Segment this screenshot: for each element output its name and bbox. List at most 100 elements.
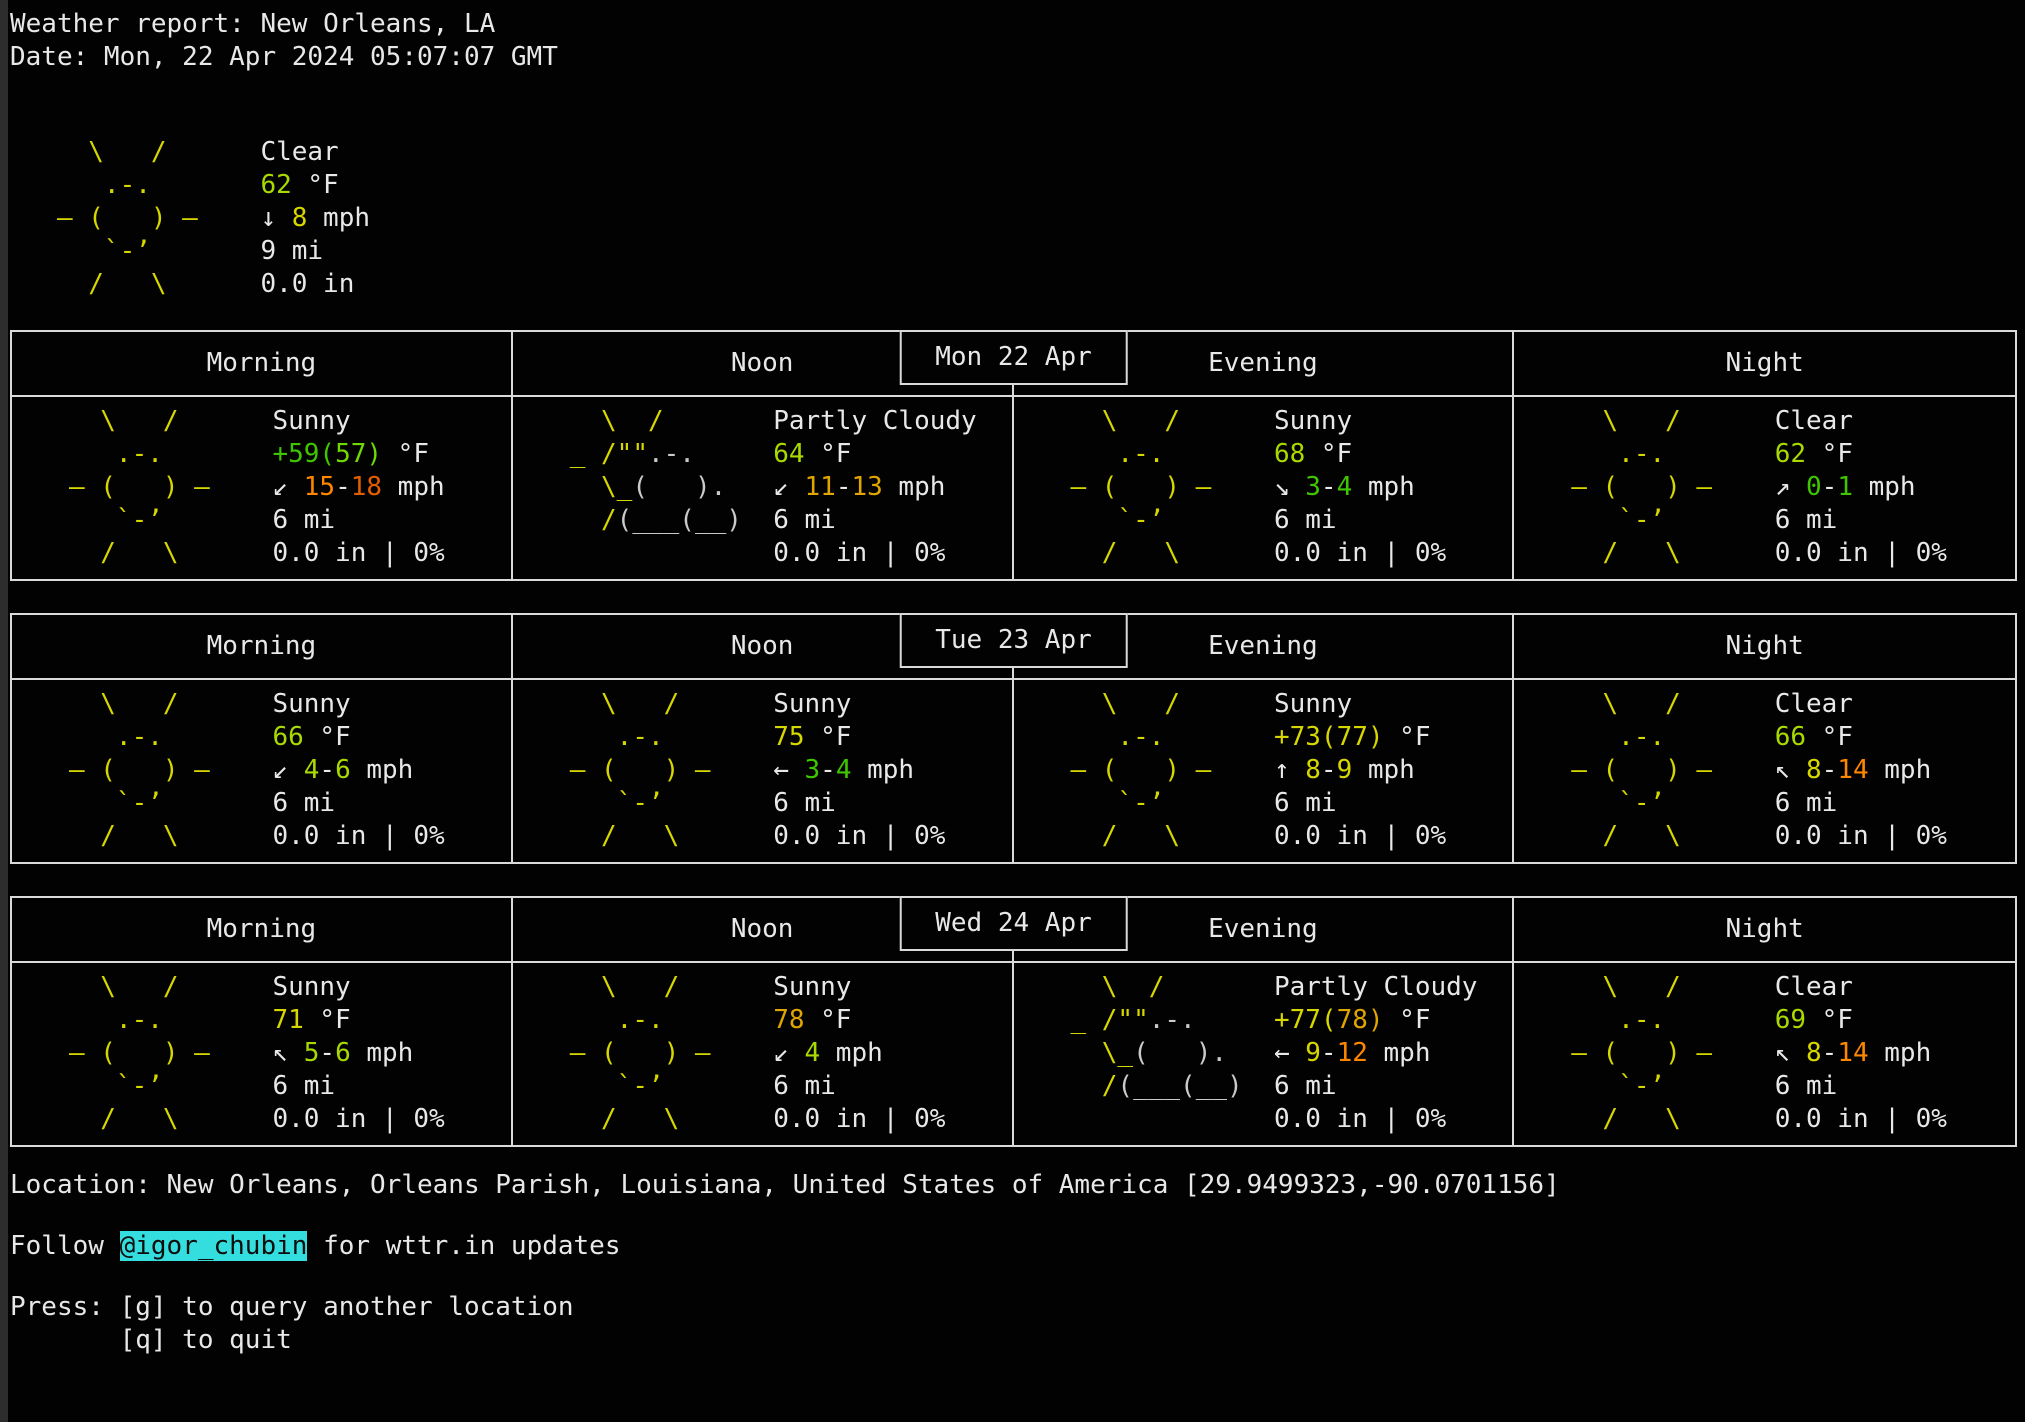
weather-report: Weather report: New Orleans, LA Date: Mo…: [10, 8, 2017, 1357]
period-header-morning: Morning: [12, 615, 513, 678]
visibility-text: 6 mi: [1274, 1070, 1478, 1103]
date-box: Mon 22 Apr: [899, 330, 1128, 385]
temperature-text: 62 °F: [260, 169, 370, 202]
follow-line: Follow @igor_chubin for wttr.in updates: [10, 1230, 2017, 1263]
temperature-text: 69 °F: [1775, 1004, 1947, 1037]
temperature-text: +77(78) °F: [1274, 1004, 1478, 1037]
sunny-ascii-icon: \ / .-.― ( ) ― `-’ / \: [22, 688, 272, 853]
forecast-cell-evening: \ / .-.― ( ) ― `-’ / \Sunny68 °F↘ 3-4 mp…: [1014, 397, 1515, 579]
temperature-text: +59(57) °F: [272, 438, 444, 471]
forecast-cell-night: \ / .-.― ( ) ― `-’ / \Clear69 °F↖ 8-14 m…: [1514, 963, 2015, 1145]
forecast-cell-evening: \ / .-.― ( ) ― `-’ / \Sunny+73(77) °F↑ 8…: [1014, 680, 1515, 862]
temperature-text: 78 °F: [773, 1004, 945, 1037]
visibility-text: 6 mi: [1274, 504, 1446, 537]
sunny-ascii-icon: \ / .-.― ( ) ― `-’ / \: [22, 405, 272, 570]
period-header-morning: Morning: [12, 332, 513, 395]
forecast-cell-night: \ / .-.― ( ) ― `-’ / \Clear62 °F↗ 0-1 mp…: [1514, 397, 2015, 579]
forecast-cell-morning: \ / .-.― ( ) ― `-’ / \Sunny71 °F↖ 5-6 mp…: [12, 963, 513, 1145]
visibility-text: 6 mi: [773, 787, 945, 820]
precipitation-text: 0.0 in | 0%: [272, 820, 444, 853]
forecast-cell-noon: \ /_ /"".-. \_( ). /(___(__)Partly Cloud…: [513, 397, 1014, 579]
sunny-ascii-icon: \ / .-.― ( ) ― `-’ / \: [1524, 971, 1774, 1136]
visibility-text: 6 mi: [773, 1070, 945, 1103]
wind-text: ↓ 8 mph: [260, 202, 370, 235]
wind-text: ↙ 11-13 mph: [773, 471, 977, 504]
report-date: Date: Mon, 22 Apr 2024 05:07:07 GMT: [10, 41, 2017, 74]
cell-text: Clear69 °F↖ 8-14 mph6 mi0.0 in | 0%: [1775, 971, 1947, 1136]
sunny-ascii-icon: \ / .-.― ( ) ― `-’ / \: [1524, 688, 1774, 853]
date-box: Wed 24 Apr: [899, 896, 1128, 951]
date-box: Tue 23 Apr: [899, 613, 1128, 668]
forecast-cell-night: \ / .-.― ( ) ― `-’ / \Clear66 °F↖ 8-14 m…: [1514, 680, 2015, 862]
condition-text: Sunny: [773, 688, 945, 721]
forecast-day: Tue 23 AprMorningNoonEveningNight \ / .-…: [10, 613, 2017, 864]
follow-prefix: Follow: [10, 1231, 120, 1261]
cell-text: Sunny+73(77) °F↑ 8-9 mph6 mi0.0 in | 0%: [1274, 688, 1446, 853]
cell-text: Sunny68 °F↘ 3-4 mph6 mi0.0 in | 0%: [1274, 405, 1446, 570]
wind-text: ↙ 4-6 mph: [272, 754, 444, 787]
period-header-night: Night: [1514, 332, 2015, 395]
temperature-text: +73(77) °F: [1274, 721, 1446, 754]
period-header-morning: Morning: [12, 898, 513, 961]
cell-text: Clear62 °F↓ 8 mph9 mi0.0 in: [260, 136, 370, 301]
precipitation-text: 0.0 in | 0%: [773, 537, 977, 570]
wind-text: ↑ 8-9 mph: [1274, 754, 1446, 787]
follow-suffix: for wttr.in updates: [307, 1231, 620, 1261]
wind-text: ↖ 8-14 mph: [1775, 754, 1947, 787]
temperature-text: 68 °F: [1274, 438, 1446, 471]
precipitation-text: 0.0 in | 0%: [1274, 820, 1446, 853]
forecast-row: \ / .-.― ( ) ― `-’ / \Sunny+59(57) °F↙ 1…: [12, 397, 2015, 579]
cell-text: Sunny66 °F↙ 4-6 mph6 mi0.0 in | 0%: [272, 688, 444, 853]
temperature-text: 64 °F: [773, 438, 977, 471]
partly-cloudy-ascii-icon: \ /_ /"".-. \_( ). /(___(__): [1024, 971, 1274, 1136]
forecast-cell-noon: \ / .-.― ( ) ― `-’ / \Sunny75 °F← 3-4 mp…: [513, 680, 1014, 862]
forecast-day: Mon 22 AprMorningNoonEveningNight \ / .-…: [10, 330, 2017, 581]
report-title: Weather report: New Orleans, LA: [10, 8, 2017, 41]
visibility-text: 6 mi: [1775, 504, 1947, 537]
wind-text: ↖ 8-14 mph: [1775, 1037, 1947, 1070]
condition-text: Partly Cloudy: [1274, 971, 1478, 1004]
condition-text: Sunny: [272, 405, 444, 438]
period-header-night: Night: [1514, 898, 2015, 961]
precipitation-text: 0.0 in | 0%: [1775, 1103, 1947, 1136]
sunny-ascii-icon: \ / .-.― ( ) ― `-’ / \: [1024, 688, 1274, 853]
temperature-text: 66 °F: [1775, 721, 1947, 754]
visibility-text: 6 mi: [773, 504, 977, 537]
forecast-days: Mon 22 AprMorningNoonEveningNight \ / .-…: [10, 330, 2017, 1147]
wind-text: ↙ 15-18 mph: [272, 471, 444, 504]
forecast-cell-noon: \ / .-.― ( ) ― `-’ / \Sunny78 °F↙ 4 mph6…: [513, 963, 1014, 1145]
wind-text: ↙ 4 mph: [773, 1037, 945, 1070]
precipitation-text: 0.0 in | 0%: [1274, 537, 1446, 570]
terminal-window[interactable]: Weather report: New Orleans, LA Date: Mo…: [0, 0, 2025, 1422]
sunny-ascii-icon: \ / .-.― ( ) ― `-’ / \: [1024, 405, 1274, 570]
precipitation-text: 0.0 in | 0%: [272, 1103, 444, 1136]
visibility-text: 6 mi: [272, 504, 444, 537]
precipitation-text: 0.0 in | 0%: [1775, 537, 1947, 570]
cell-text: Sunny75 °F← 3-4 mph6 mi0.0 in | 0%: [773, 688, 945, 853]
forecast-cell-morning: \ / .-.― ( ) ― `-’ / \Sunny+59(57) °F↙ 1…: [12, 397, 513, 579]
precipitation-text: 0.0 in | 0%: [272, 537, 444, 570]
location-line: Location: New Orleans, Orleans Parish, L…: [10, 1169, 2017, 1202]
temperature-text: 66 °F: [272, 721, 444, 754]
current-conditions: \ / .-.― ( ) ― `-’ / \Clear62 °F↓ 8 mph9…: [10, 136, 2017, 301]
precipitation-text: 0.0 in: [260, 268, 370, 301]
forecast-cell-evening: \ /_ /"".-. \_( ). /(___(__)Partly Cloud…: [1014, 963, 1515, 1145]
cell-text: Partly Cloudy64 °F↙ 11-13 mph6 mi0.0 in …: [773, 405, 977, 570]
visibility-text: 6 mi: [1274, 787, 1446, 820]
cell-text: Clear66 °F↖ 8-14 mph6 mi0.0 in | 0%: [1775, 688, 1947, 853]
condition-text: Sunny: [272, 688, 444, 721]
forecast-row: \ / .-.― ( ) ― `-’ / \Sunny66 °F↙ 4-6 mp…: [12, 680, 2015, 862]
temperature-text: 71 °F: [272, 1004, 444, 1037]
period-header-night: Night: [1514, 615, 2015, 678]
visibility-text: 6 mi: [1775, 1070, 1947, 1103]
temperature-text: 62 °F: [1775, 438, 1947, 471]
forecast-day: Wed 24 AprMorningNoonEveningNight \ / .-…: [10, 896, 2017, 1147]
condition-text: Sunny: [1274, 688, 1446, 721]
visibility-text: 6 mi: [272, 1070, 444, 1103]
precipitation-text: 0.0 in | 0%: [773, 1103, 945, 1136]
visibility-text: 6 mi: [272, 787, 444, 820]
twitter-handle: @igor_chubin: [120, 1231, 308, 1261]
sunny-ascii-icon: \ / .-.― ( ) ― `-’ / \: [10, 136, 260, 301]
sunny-ascii-icon: \ / .-.― ( ) ― `-’ / \: [523, 688, 773, 853]
forecast-cell-morning: \ / .-.― ( ) ― `-’ / \Sunny66 °F↙ 4-6 mp…: [12, 680, 513, 862]
